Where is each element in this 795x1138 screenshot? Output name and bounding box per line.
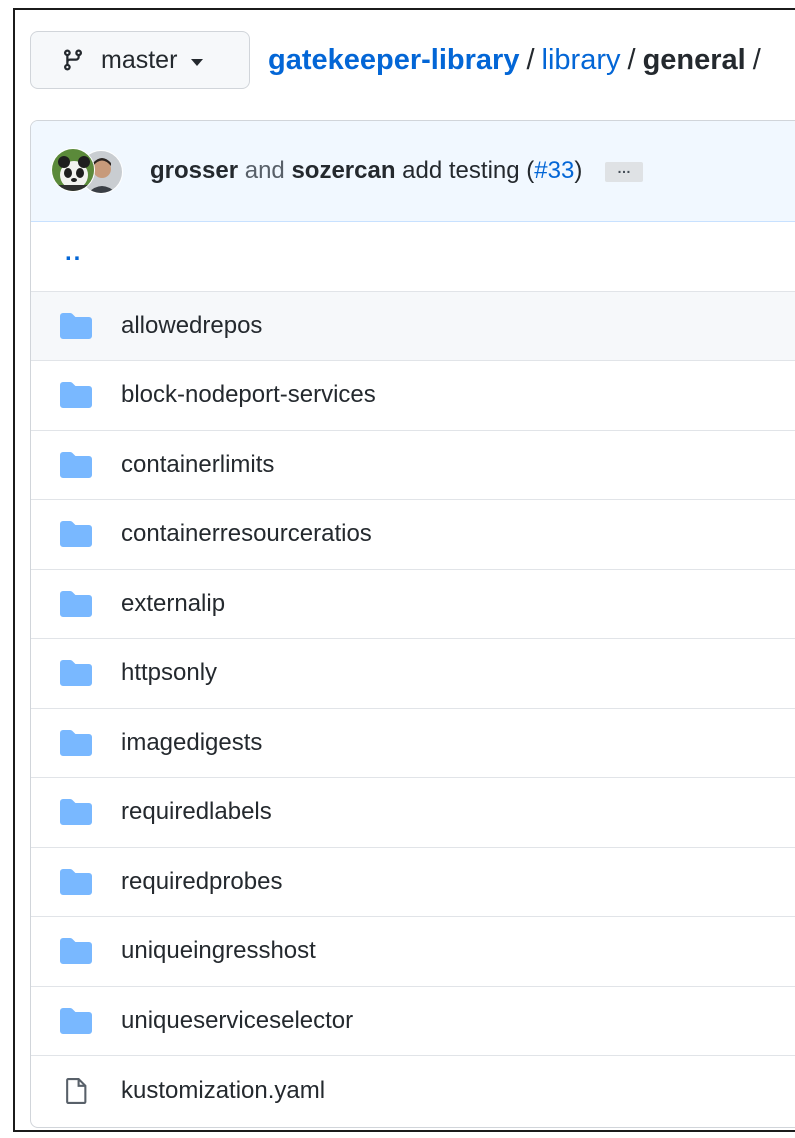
directory-name-link[interactable]: requiredprobes <box>121 868 282 896</box>
folder-icon <box>59 520 93 548</box>
directory-name-link[interactable]: uniqueingresshost <box>121 937 316 965</box>
commit-title[interactable]: add testing <box>402 157 519 184</box>
directory-row[interactable]: block-nodeport-services <box>31 361 795 431</box>
directory-name-link[interactable]: containerlimits <box>121 451 274 479</box>
folder-icon <box>59 312 93 340</box>
file-row[interactable]: kustomization.yaml <box>31 1056 795 1126</box>
folder-icon <box>59 729 93 757</box>
directory-name-link[interactable]: containerresourceratios <box>121 520 372 548</box>
directory-name-link[interactable]: externalip <box>121 590 225 618</box>
directory-name-link[interactable]: uniqueserviceselector <box>121 1007 353 1035</box>
git-branch-icon <box>61 46 85 74</box>
folder-icon <box>59 937 93 965</box>
directory-row[interactable]: uniqueserviceselector <box>31 987 795 1056</box>
file-list-box: grosser and sozercan add testing (#33) …… <box>30 120 795 1128</box>
file-icon <box>59 1077 93 1105</box>
directory-row[interactable]: requiredprobes <box>31 848 795 917</box>
avatar-grosser[interactable] <box>51 148 95 192</box>
directory-row[interactable]: imagedigests <box>31 709 795 778</box>
commit-connector: and <box>244 157 285 184</box>
folder-icon <box>59 798 93 826</box>
folder-icon <box>59 451 93 479</box>
file-rows: allowedrepos block-nodeport-services conta… <box>31 291 795 1126</box>
directory-name-link[interactable]: httpsonly <box>121 659 217 687</box>
file-navigation: master gatekeeper-library / library / ge… <box>30 30 768 90</box>
directory-name-link[interactable]: block-nodeport-services <box>121 381 376 409</box>
directory-row[interactable]: containerlimits <box>31 431 795 500</box>
directory-name-link[interactable]: allowedrepos <box>121 312 262 340</box>
folder-icon <box>59 1007 93 1035</box>
pr-link[interactable]: #33 <box>534 157 574 184</box>
breadcrumb-library-link[interactable]: library <box>542 44 621 77</box>
pr-close-paren: ) <box>574 157 583 184</box>
parent-directory-link[interactable]: .. <box>65 241 82 265</box>
folder-icon <box>59 381 93 409</box>
file-name-link[interactable]: kustomization.yaml <box>121 1077 325 1105</box>
directory-name-link[interactable]: requiredlabels <box>121 798 272 826</box>
parent-directory-row[interactable]: .. <box>31 222 795 292</box>
commit-author-link[interactable]: grosser <box>150 157 238 184</box>
breadcrumb-repo-link[interactable]: gatekeeper-library <box>268 44 519 77</box>
breadcrumb-separator: / <box>526 43 535 76</box>
folder-icon <box>59 659 93 687</box>
chevron-down-icon <box>191 58 204 66</box>
commit-avatars <box>51 148 127 194</box>
commit-coauthor-link[interactable]: sozercan <box>291 157 395 184</box>
directory-row[interactable]: httpsonly <box>31 639 795 709</box>
directory-row[interactable]: containerresourceratios <box>31 500 795 570</box>
breadcrumb-current-dir: general <box>642 43 746 76</box>
folder-icon <box>59 590 93 618</box>
breadcrumb: gatekeeper-library / library / general / <box>268 44 768 77</box>
expand-commit-button[interactable]: … <box>604 161 643 182</box>
directory-row[interactable]: externalip <box>31 570 795 639</box>
directory-row[interactable]: uniqueingresshost <box>31 917 795 987</box>
branch-select-button[interactable]: master <box>30 31 250 89</box>
commit-message: grosser and sozercan add testing (#33) … <box>150 157 643 185</box>
directory-row[interactable]: requiredlabels <box>31 778 795 848</box>
breadcrumb-separator: / <box>752 43 761 76</box>
folder-icon <box>59 868 93 896</box>
directory-row[interactable]: allowedrepos <box>31 291 795 361</box>
branch-name: master <box>101 45 178 74</box>
latest-commit-header: grosser and sozercan add testing (#33) … <box>31 121 795 222</box>
directory-name-link[interactable]: imagedigests <box>121 729 262 757</box>
breadcrumb-separator: / <box>627 43 636 76</box>
